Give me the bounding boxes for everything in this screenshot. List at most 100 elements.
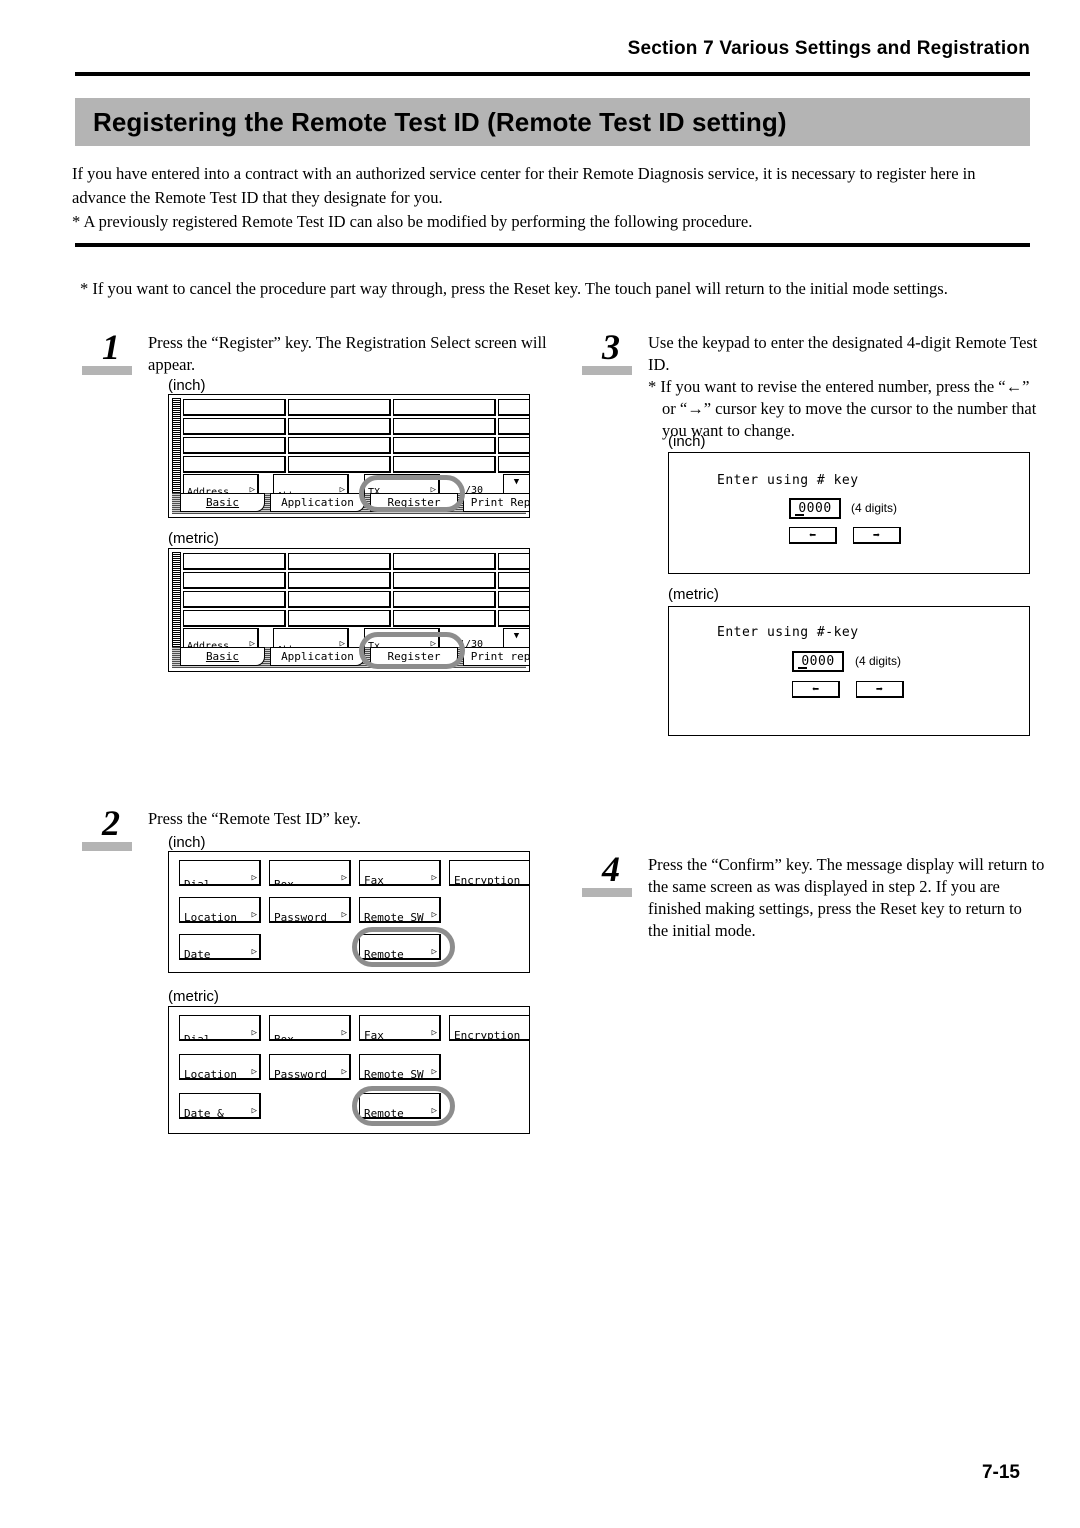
step-2-metric-caption: (metric)	[168, 988, 219, 1005]
key-encryption-key[interactable]: Encryption key	[449, 860, 529, 886]
list-cell[interactable]	[498, 572, 529, 589]
list-cell[interactable]	[393, 591, 496, 608]
list-cell[interactable]	[288, 418, 391, 435]
arrow-left-icon: ⬅	[808, 528, 817, 542]
step-3-underbar	[582, 366, 632, 375]
address-list-grid	[183, 399, 529, 473]
list-cell[interactable]	[183, 553, 286, 570]
step-4-underbar	[582, 888, 632, 897]
tab-register[interactable]: Register	[370, 647, 458, 666]
list-cell[interactable]	[183, 399, 286, 416]
tab-print-report[interactable]: Print Report	[463, 493, 529, 512]
entry-prompt: Enter using # key	[717, 473, 859, 488]
key-label: Remote SW dial	[364, 911, 424, 923]
cursor-right-button[interactable]: ➡	[856, 681, 904, 698]
step-3-inch-caption: (inch)	[668, 433, 706, 450]
list-cell[interactable]	[288, 610, 391, 627]
remote-test-id-field[interactable]: 0000	[792, 651, 844, 672]
text-cursor	[798, 667, 807, 669]
list-cell[interactable]	[183, 591, 286, 608]
list-cell[interactable]	[183, 456, 286, 473]
step-2-text: Press the “Remote Test ID” key.	[148, 809, 361, 828]
submenu-arrow-icon: ▷	[251, 1106, 257, 1116]
key-remote-test-id[interactable]: Remote test ID ▷	[359, 1093, 441, 1119]
key-date-time[interactable]: Date & Time ▷	[179, 1093, 261, 1119]
key-dial[interactable]: Dial ▷	[179, 860, 261, 886]
list-cell[interactable]	[393, 572, 496, 589]
step-3-text: Use the keypad to enter the designated 4…	[648, 332, 1040, 442]
list-cell[interactable]	[393, 437, 496, 454]
cursor-left-button[interactable]: ⬅	[789, 527, 837, 544]
list-cell[interactable]	[498, 399, 529, 416]
key-remote-sw-dial[interactable]: Remote SW dial ▷	[359, 897, 441, 923]
list-cell[interactable]	[288, 553, 391, 570]
list-cell[interactable]	[183, 572, 286, 589]
tab-print-report[interactable]: Print report	[463, 647, 529, 666]
list-cell[interactable]	[183, 437, 286, 454]
submenu-arrow-icon: ▷	[431, 1067, 437, 1077]
step-3-number: 3	[580, 329, 642, 375]
tab-application[interactable]: Application	[270, 493, 365, 512]
list-cell[interactable]	[498, 437, 529, 454]
cursor-left-button[interactable]: ⬅	[792, 681, 840, 698]
remote-test-id-field[interactable]: 0000	[789, 498, 841, 519]
list-cell[interactable]	[498, 610, 529, 627]
step-1-metric-caption: (metric)	[168, 530, 219, 547]
list-cell[interactable]	[288, 572, 391, 589]
list-cell[interactable]	[498, 591, 529, 608]
list-cell[interactable]	[498, 456, 529, 473]
list-cell[interactable]	[393, 610, 496, 627]
tab-label: Application	[281, 496, 354, 509]
key-location-info[interactable]: Location Info. ▷	[179, 897, 261, 923]
key-dial[interactable]: Dial ▷	[179, 1015, 261, 1041]
list-cell[interactable]	[183, 610, 286, 627]
digits-hint: (4 digits)	[851, 501, 898, 515]
step3-metric-panel: Enter using #-key 0000 (4 digits) ⬅ ➡	[668, 606, 1030, 736]
table-row	[183, 591, 529, 608]
tab-register[interactable]: Register	[370, 493, 458, 512]
key-fax-forwarding[interactable]: Fax Forwarding ▷	[359, 860, 441, 886]
intro-text: If you have entered into a contract with…	[72, 162, 1022, 234]
key-box[interactable]: Box ▷	[269, 860, 351, 886]
tab-basic[interactable]: Basic	[180, 493, 265, 512]
page-title-bar: Registering the Remote Test ID (Remote T…	[75, 98, 1030, 146]
list-cell[interactable]	[288, 399, 391, 416]
key-encryption-key[interactable]: Encryption key	[449, 1015, 529, 1041]
cursor-right-button[interactable]: ➡	[853, 527, 901, 544]
tab-label: Register	[387, 650, 441, 663]
list-cell[interactable]	[393, 456, 496, 473]
header-divider	[75, 72, 1030, 76]
submenu-arrow-icon: ▷	[431, 1028, 437, 1038]
list-cell[interactable]	[183, 418, 286, 435]
list-cell[interactable]	[393, 399, 496, 416]
section-header-text: Section 7 Various Settings and Registrat…	[627, 38, 1030, 59]
key-remote-test-id[interactable]: Remote Test ID ▷	[359, 934, 441, 960]
list-cell[interactable]	[393, 553, 496, 570]
key-box[interactable]: Box ▷	[269, 1015, 351, 1041]
key-date-time[interactable]: Date & Time ▷	[179, 934, 261, 960]
list-cell[interactable]	[288, 437, 391, 454]
submenu-arrow-icon: ▷	[251, 1067, 257, 1077]
list-cell[interactable]	[498, 418, 529, 435]
list-cell[interactable]	[498, 553, 529, 570]
arrow-right-icon: ➡	[875, 682, 884, 696]
tab-basic[interactable]: Basic	[180, 647, 265, 666]
key-password-check[interactable]: Password check ▷	[269, 897, 351, 923]
key-fax-forwarding[interactable]: Fax forwarding ▷	[359, 1015, 441, 1041]
list-cell[interactable]	[288, 591, 391, 608]
step-3-main: Use the keypad to enter the designated 4…	[648, 333, 1038, 374]
key-label: Remote Test ID	[364, 948, 404, 960]
text-cursor	[795, 514, 804, 516]
tab-bar: Basic Application Register Print Report	[172, 493, 529, 514]
list-cell[interactable]	[393, 418, 496, 435]
step-3-note-line-1: * If you want to revise the entered numb…	[648, 377, 1030, 396]
key-password-check[interactable]: Password check ▷	[269, 1054, 351, 1080]
key-location-info[interactable]: Location Info. ▷	[179, 1054, 261, 1080]
tab-application[interactable]: Application	[270, 647, 365, 666]
list-cell[interactable]	[288, 456, 391, 473]
table-row	[183, 418, 529, 435]
submenu-arrow-icon: ▷	[341, 1028, 347, 1038]
key-label: Dial	[184, 878, 211, 886]
key-remote-sw-dial[interactable]: Remote SW dial ▷	[359, 1054, 441, 1080]
page-number: 7-15	[981, 1462, 1020, 1483]
